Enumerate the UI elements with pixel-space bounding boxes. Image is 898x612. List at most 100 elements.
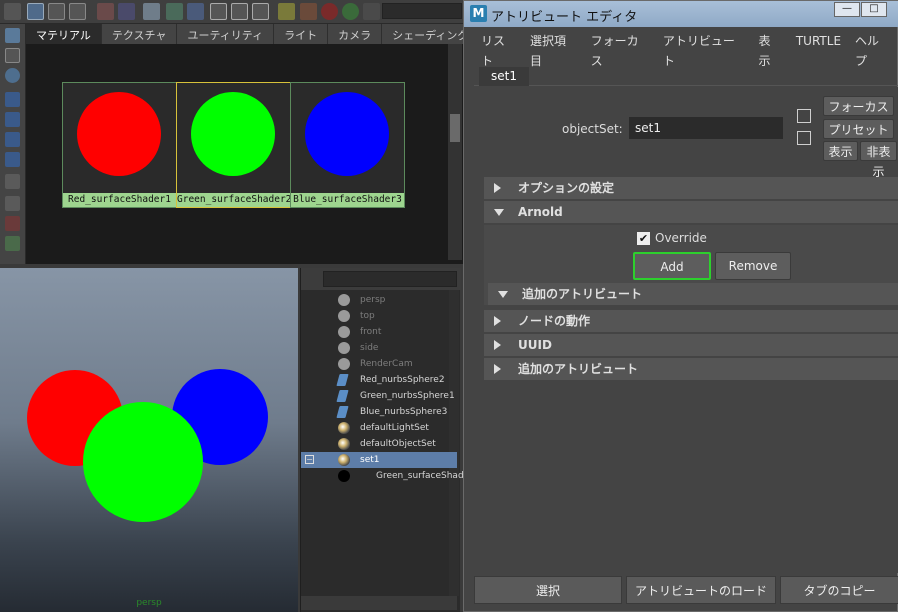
green-sphere[interactable] — [83, 402, 203, 522]
sort-type-icon[interactable] — [5, 196, 20, 211]
toolbar-search-field[interactable] — [382, 3, 462, 19]
tab-lights[interactable]: ライト — [274, 24, 329, 44]
frame-arnold[interactable]: Arnold — [484, 201, 898, 223]
xlarge-view-icon[interactable] — [5, 152, 20, 167]
swatch-icon[interactable] — [5, 68, 20, 83]
collapse-icon[interactable]: − — [305, 455, 314, 464]
outliner-item[interactable]: defaultLightSet — [301, 420, 457, 436]
copy-tab-button[interactable]: タブのコピー — [780, 576, 898, 604]
show-button[interactable]: 表示 — [823, 141, 858, 161]
minimize-button[interactable]: — — [834, 2, 860, 17]
shelf-icon[interactable] — [278, 3, 295, 20]
menu-list[interactable]: リスト — [474, 31, 523, 71]
small-view-icon[interactable] — [5, 92, 20, 107]
material-swatch-red[interactable]: Red_surfaceShader1 — [62, 82, 177, 208]
tab-set1[interactable]: set1 — [479, 67, 529, 86]
tab-cameras[interactable]: カメラ — [328, 24, 383, 44]
input-output-2-icon[interactable] — [231, 3, 248, 20]
collapse-arrow-icon — [498, 291, 508, 298]
target-icon[interactable] — [342, 3, 359, 20]
swatch-label: Red_surfaceShader1 — [63, 193, 176, 207]
menu-attributes[interactable]: アトリビュート — [656, 31, 752, 71]
viewport-persp[interactable]: persp — [0, 268, 298, 612]
input-output-icon[interactable] — [210, 3, 227, 20]
render-icon[interactable] — [300, 3, 317, 20]
sort-reverse-icon[interactable] — [5, 236, 20, 251]
lighting-icon[interactable] — [321, 3, 338, 20]
outliner-item[interactable]: Red_nurbsSphere2 — [301, 372, 457, 388]
main-toolbar — [0, 0, 465, 24]
display-layout-split-h-icon[interactable] — [48, 3, 65, 20]
menu-turtle[interactable]: TURTLE — [789, 31, 848, 71]
frame-extra-attributes[interactable]: 追加のアトリビュート — [484, 358, 898, 380]
outliner-item[interactable]: defaultObjectSet — [301, 436, 457, 452]
maximize-button[interactable]: □ — [861, 2, 887, 17]
frame-extra-attributes-inner[interactable]: 追加のアトリビュート — [488, 283, 898, 305]
mesh-icon — [336, 390, 349, 402]
collapse-arrow-icon — [494, 209, 504, 216]
layout-icon[interactable] — [5, 28, 20, 43]
presets-button[interactable]: プリセット — [823, 119, 894, 139]
menu-focus[interactable]: フォーカス — [584, 31, 656, 71]
sort-az-icon[interactable] — [5, 174, 20, 189]
override-label: Override — [655, 231, 707, 245]
list-icon[interactable] — [5, 48, 20, 63]
object-set-field[interactable]: set1 — [629, 117, 783, 139]
expand-arrow-icon — [494, 340, 501, 350]
attribute-editor-titlebar[interactable]: M アトリビュート エディタ — □ — [464, 1, 898, 27]
outliner-item[interactable]: front — [301, 324, 457, 340]
outliner-item[interactable]: persp — [301, 292, 457, 308]
outliner-item[interactable]: Green_nurbsSphere1 — [301, 388, 457, 404]
override-checkbox[interactable]: ✔ — [637, 232, 650, 245]
maya-logo-icon: M — [470, 5, 487, 22]
display-layout-single-icon[interactable] — [27, 3, 44, 20]
outliner-item[interactable]: top — [301, 308, 457, 324]
sort-time-icon[interactable] — [5, 216, 20, 231]
scrollbar-thumb[interactable] — [450, 114, 460, 142]
large-view-icon[interactable] — [5, 132, 20, 147]
hypershade-scrollbar[interactable] — [448, 44, 462, 260]
frame-uuid[interactable]: UUID — [484, 334, 898, 356]
focus-button[interactable]: フォーカス — [823, 96, 894, 116]
menu-selected[interactable]: 選択項目 — [523, 31, 584, 71]
expand-arrow-icon — [494, 316, 501, 326]
outliner-item[interactable]: RenderCam — [301, 356, 457, 372]
menu-show[interactable]: 表示 — [752, 31, 789, 71]
outliner-panel: persp top front side RenderCam Red_nurbsSpher… — [300, 268, 479, 612]
load-attributes-button[interactable]: アトリビュートのロード — [626, 576, 776, 604]
green-ball-preview — [191, 92, 275, 176]
menu-toggle-icon[interactable] — [4, 3, 21, 20]
output-icon[interactable] — [252, 3, 269, 20]
hypershade-side-toolbar — [0, 24, 26, 264]
material-swatch-blue[interactable]: Blue_surfaceShader3 — [290, 82, 405, 208]
outliner-item[interactable]: side — [301, 340, 457, 356]
hide-button[interactable]: 非表示 — [860, 141, 897, 179]
output-connection-icon[interactable] — [797, 131, 811, 145]
frame-options[interactable]: オプションの設定 — [484, 177, 898, 199]
outliner-filter-field[interactable] — [323, 271, 457, 287]
remove-button[interactable]: Remove — [715, 252, 791, 280]
brush-icon[interactable] — [143, 3, 160, 20]
outliner-item[interactable]: Green_surfaceShader2 — [301, 468, 479, 484]
outliner-horizontal-scrollbar[interactable] — [301, 596, 457, 610]
display-layout-split-v-icon[interactable] — [69, 3, 86, 20]
outliner-item[interactable]: set1 − — [301, 452, 457, 468]
tab-textures[interactable]: テクスチャ — [102, 24, 178, 44]
menu-help[interactable]: ヘルプ — [848, 31, 897, 71]
tool-grid-icon[interactable] — [97, 3, 114, 20]
frame-node-behavior[interactable]: ノードの動作 — [484, 310, 898, 332]
graph-icon[interactable] — [187, 3, 204, 20]
medium-view-icon[interactable] — [5, 112, 20, 127]
tab-utilities[interactable]: ユーティリティ — [177, 24, 275, 44]
grid-options-icon[interactable] — [118, 3, 135, 20]
connect-icon[interactable] — [166, 3, 183, 20]
red-ball-preview — [77, 92, 161, 176]
set-icon — [338, 454, 350, 466]
select-button[interactable]: 選択 — [474, 576, 622, 604]
add-button[interactable]: Add — [633, 252, 711, 280]
extra-tool-icon[interactable] — [363, 3, 380, 20]
outliner-item[interactable]: Blue_nurbsSphere3 — [301, 404, 457, 420]
tab-materials[interactable]: マテリアル — [26, 24, 102, 44]
input-connection-icon[interactable] — [797, 109, 811, 123]
material-swatch-green[interactable]: Green_surfaceShader2 — [176, 82, 291, 208]
